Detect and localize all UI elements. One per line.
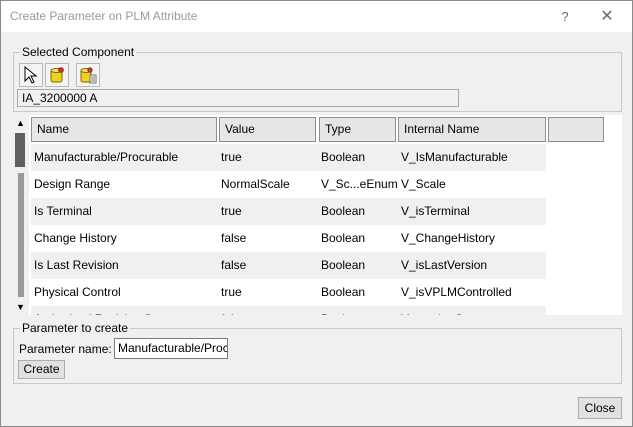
scroll-up-icon[interactable]: ▲	[12, 115, 29, 131]
cell-internal-name: V_isTerminal	[401, 204, 470, 218]
column-header-name[interactable]: Name	[31, 117, 217, 142]
database-list-button[interactable]	[76, 63, 100, 87]
cell-type: Boolean	[321, 150, 366, 164]
cell-value: true	[221, 285, 242, 299]
table-row[interactable]: Authorized Revision Sequence false Boole…	[31, 306, 546, 315]
cell-type: V_Sc...eEnum	[321, 177, 398, 191]
cell-value: false	[221, 231, 247, 245]
table-row[interactable]: Change History false Boolean V_ChangeHis…	[31, 225, 546, 252]
column-header-internal-name[interactable]: Internal Name	[398, 117, 546, 142]
close-window-button[interactable]: ✕	[587, 1, 627, 32]
dialog-window: Create Parameter on PLM Attribute ? ✕ Se…	[0, 0, 633, 427]
cell-name: Physical Control	[34, 285, 121, 299]
cell-internal-name: V_versionComment	[401, 306, 541, 315]
cell-type: Boolean	[321, 258, 366, 272]
database-icon	[50, 67, 64, 83]
cell-internal-name: V_Scale	[401, 177, 446, 191]
column-header-value[interactable]: Value	[219, 117, 316, 142]
cell-type: Boolean	[321, 306, 401, 315]
cell-value: true	[221, 150, 242, 164]
selected-component-legend: Selected Component	[20, 45, 137, 59]
cell-type: Boolean	[321, 285, 366, 299]
cell-internal-name: V_isVPLMControlled	[401, 285, 512, 299]
cell-value: NormalScale	[221, 177, 290, 191]
table-row[interactable]: Is Last Revision false Boolean V_isLastV…	[31, 252, 546, 279]
parameter-name-label: Parameter name:	[19, 342, 112, 356]
cell-value: false	[221, 306, 316, 315]
create-button[interactable]: Create	[18, 360, 65, 379]
table-row[interactable]: Physical Control true Boolean V_isVPLMCo…	[31, 279, 546, 306]
scroll-track[interactable]	[18, 173, 24, 297]
window-title: Create Parameter on PLM Attribute	[10, 9, 198, 23]
select-arrow-icon	[24, 66, 38, 84]
parameter-name-input[interactable]: Manufacturable/Procurable	[114, 338, 228, 359]
cell-name: Change History	[34, 231, 117, 245]
cell-name: Manufacturable/Procurable	[34, 150, 179, 164]
close-button[interactable]: Close	[578, 397, 622, 419]
cell-name: Design Range	[34, 177, 111, 191]
cell-name: Is Last Revision	[34, 258, 119, 272]
cell-value: false	[221, 258, 247, 272]
cell-internal-name: V_isLastVersion	[401, 258, 488, 272]
selected-component-field: IA_3200000 A	[17, 89, 459, 107]
database-component-button[interactable]	[45, 63, 69, 87]
cell-type: Boolean	[321, 231, 366, 245]
scroll-down-icon[interactable]: ▼	[12, 299, 29, 315]
cell-internal-name: V_IsManufacturable	[401, 150, 508, 164]
column-header-filler	[548, 117, 604, 142]
help-button[interactable]: ?	[545, 1, 585, 32]
cell-name: Is Terminal	[34, 204, 92, 218]
table-row[interactable]: Is Terminal true Boolean V_isTerminal	[31, 198, 546, 225]
parameter-to-create-legend: Parameter to create	[20, 321, 131, 335]
title-bar[interactable]: Create Parameter on PLM Attribute ? ✕	[1, 1, 632, 32]
table-row[interactable]: Manufacturable/Procurable true Boolean V…	[31, 144, 546, 171]
table-vertical-scrollbar[interactable]: ▲ ▼	[12, 115, 29, 315]
select-component-button[interactable]	[19, 63, 43, 87]
parameter-to-create-group: Parameter to create	[13, 321, 622, 384]
table-row[interactable]: Design Range NormalScale V_Sc...eEnum V_…	[31, 171, 546, 198]
cell-name: Authorized Revision Sequence	[34, 306, 214, 315]
cell-value: true	[221, 204, 242, 218]
column-header-type[interactable]: Type	[319, 117, 396, 142]
attribute-table: ▲ ▼ Name Value Type Internal Name Manufa…	[12, 115, 622, 315]
scroll-thumb[interactable]	[15, 133, 25, 167]
cell-internal-name: V_ChangeHistory	[401, 231, 496, 245]
database-list-icon	[80, 67, 97, 84]
cell-type: Boolean	[321, 204, 366, 218]
